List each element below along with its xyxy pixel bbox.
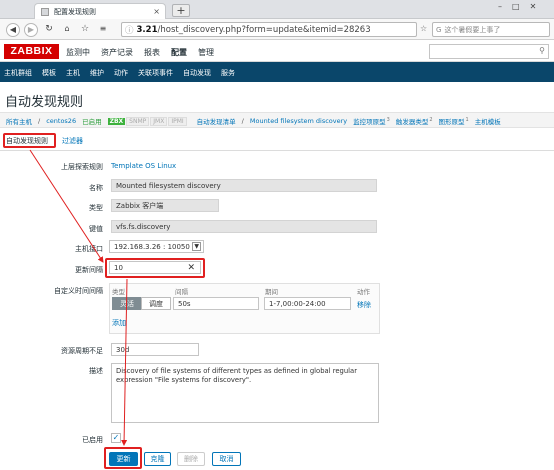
- annotation-arrows: [29, 149, 128, 446]
- arrow-tab-to-interval: [29, 149, 104, 263]
- arrow-interval-to-update: [121, 278, 128, 446]
- screen: 配置发现规则 × + – □ ✕ ◀ ▶ ↻ ⌂ ☆ ≡ ⓘ 3.21/host…: [0, 0, 554, 470]
